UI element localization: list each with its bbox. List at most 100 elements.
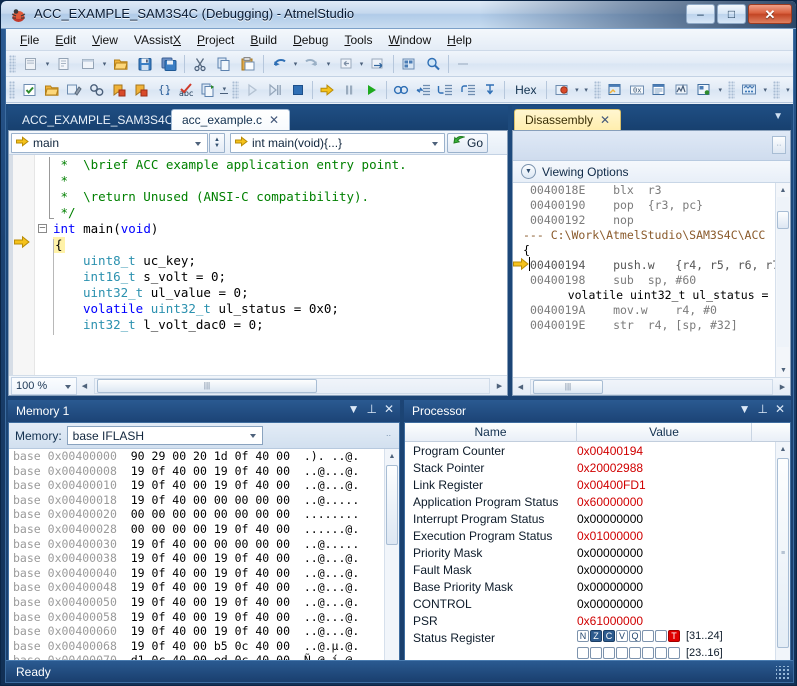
disassembly-icon[interactable]: [605, 79, 625, 101]
new-window-icon[interactable]: [77, 53, 99, 75]
add-new-item-icon[interactable]: [53, 53, 75, 75]
scroll-right-button[interactable]: ▶: [775, 379, 790, 395]
close-icon[interactable]: ✕: [269, 113, 279, 127]
spell-check-icon[interactable]: abc: [176, 79, 196, 101]
copy-lines-icon[interactable]: [198, 79, 218, 101]
status-bit-empty[interactable]: [642, 647, 654, 659]
redo-dropdown-icon[interactable]: ▾: [324, 53, 333, 75]
show-next-statement-icon[interactable]: [480, 79, 500, 101]
step-over-icon[interactable]: [435, 79, 455, 101]
code-editor-area[interactable]: * \brief ACC example application entry p…: [9, 155, 507, 376]
copy-icon[interactable]: [213, 53, 235, 75]
scope-spinner[interactable]: ▲▼: [209, 133, 225, 153]
table-row[interactable]: Fault Mask 0x00000000: [405, 561, 775, 578]
status-bit-empty[interactable]: [668, 647, 680, 659]
processor-view-icon[interactable]: [551, 79, 571, 101]
chevron-down-icon[interactable]: ▼: [739, 402, 751, 416]
disassembly-code-area[interactable]: 0040018E blx r3 00400190 pop {r3, pc} 00…: [513, 183, 775, 377]
undo-dropdown-icon[interactable]: ▾: [291, 53, 300, 75]
scroll-thumb[interactable]: |||: [533, 380, 603, 394]
restart-debugging-icon[interactable]: [265, 79, 285, 101]
toolbar-overflow-button[interactable]: ▾: [219, 79, 229, 101]
bookmark-prev-icon[interactable]: [109, 79, 129, 101]
new-project-icon[interactable]: [20, 53, 42, 75]
toolbar-grip[interactable]: [594, 81, 600, 99]
viewing-options-expander[interactable]: ▼ Viewing Options: [513, 161, 790, 183]
processor-view-dropdown-icon[interactable]: ▾: [573, 79, 581, 101]
menu-vassistx[interactable]: VAssistX: [126, 30, 189, 50]
status-bit-empty[interactable]: [577, 647, 589, 659]
status-register-bitrow-31-24[interactable]: N Z C V Q T [31..24]: [577, 630, 723, 642]
tab-disassembly[interactable]: Disassembly ✕: [514, 109, 621, 130]
trace-window-icon[interactable]: [672, 79, 692, 101]
scroll-thumb[interactable]: [777, 211, 789, 229]
menu-view[interactable]: View: [84, 30, 126, 50]
menu-build[interactable]: Build: [242, 30, 285, 50]
status-bit-T[interactable]: T: [668, 630, 680, 642]
continue-icon[interactable]: [361, 79, 381, 101]
memory-source-dropdown[interactable]: base IFLASH: [67, 426, 263, 445]
undo-icon[interactable]: [268, 53, 290, 75]
step-into-icon[interactable]: [413, 79, 433, 101]
table-row[interactable]: Stack Pointer 0x20002988: [405, 459, 775, 476]
status-bit-Z[interactable]: Z: [590, 630, 602, 642]
menu-window[interactable]: Window: [380, 30, 439, 50]
scroll-left-button[interactable]: ◀: [77, 378, 92, 394]
hex-mode-button[interactable]: Hex: [508, 83, 543, 97]
scroll-right-button[interactable]: ▶: [492, 378, 507, 394]
memory-vertical-scrollbar[interactable]: ▲ ▼: [384, 449, 399, 678]
table-row[interactable]: CONTROL 0x00000000: [405, 595, 775, 612]
scroll-track[interactable]: |||: [94, 378, 490, 394]
column-header-value[interactable]: Value: [577, 423, 752, 442]
table-row[interactable]: Application Program Status 0x60000000: [405, 493, 775, 510]
braces-icon[interactable]: {}: [153, 79, 173, 101]
status-register-bitrow-23-16[interactable]: [23..16]: [577, 647, 723, 659]
menu-project[interactable]: Project: [189, 30, 242, 50]
toolbar-overflow-button[interactable]: ··: [772, 136, 786, 154]
menu-help[interactable]: Help: [439, 30, 480, 50]
toolbar-overflow-button[interactable]: ▾: [760, 79, 770, 101]
scroll-left-button[interactable]: ◀: [513, 379, 528, 395]
rebuild-icon[interactable]: [64, 79, 84, 101]
go-button[interactable]: Go: [447, 133, 488, 153]
navigate-back-dropdown-icon[interactable]: ▾: [357, 53, 366, 75]
status-bit-C[interactable]: C: [603, 630, 615, 642]
toolbar-overflow-button[interactable]: ▾: [715, 79, 725, 101]
status-bit-empty[interactable]: [655, 647, 667, 659]
toolbar-grip[interactable]: [773, 81, 779, 99]
status-bit-empty[interactable]: [590, 647, 602, 659]
close-icon[interactable]: ✕: [775, 402, 785, 416]
menu-tools[interactable]: Tools: [336, 30, 380, 50]
column-header-name[interactable]: Name: [405, 423, 577, 442]
status-bit-empty[interactable]: [629, 647, 641, 659]
disassembly-horizontal-scrollbar[interactable]: ◀ ||| ▶: [513, 377, 790, 395]
new-project-dropdown-icon[interactable]: ▾: [43, 53, 52, 75]
scroll-up-button[interactable]: ▲: [385, 449, 399, 463]
member-dropdown[interactable]: int main(void){...}: [230, 133, 445, 153]
watch-window-icon[interactable]: 0x: [627, 79, 647, 101]
minimize-button[interactable]: –: [686, 4, 715, 24]
menu-debug[interactable]: Debug: [285, 30, 336, 50]
menu-file[interactable]: File: [12, 30, 47, 50]
pin-icon[interactable]: ⊥: [366, 402, 376, 416]
toolbar-grip[interactable]: [232, 81, 238, 99]
status-bit-V[interactable]: V: [616, 630, 628, 642]
toolbar-overflow-button[interactable]: ▾: [581, 79, 591, 101]
redo-icon[interactable]: [301, 53, 323, 75]
chevron-down-circle-icon[interactable]: ▼: [521, 164, 536, 179]
toolbar-overflow-button[interactable]: ··: [382, 426, 395, 444]
close-icon[interactable]: ✕: [600, 113, 610, 127]
save-all-icon[interactable]: [158, 53, 180, 75]
toolbar-overflow-button[interactable]: ▾: [783, 79, 793, 101]
memory-grid[interactable]: base 0x00400000 90 29 00 20 1d 0f 40 00 …: [9, 449, 385, 678]
scroll-down-button[interactable]: ▼: [776, 363, 791, 377]
pin-icon[interactable]: ⊥: [757, 402, 767, 416]
chevron-down-icon[interactable]: ▼: [773, 111, 783, 122]
bookmark-next-icon[interactable]: [131, 79, 151, 101]
device-programming-icon[interactable]: [739, 79, 759, 101]
chevron-down-icon[interactable]: ▼: [348, 402, 360, 416]
paste-icon[interactable]: [237, 53, 259, 75]
scroll-thumb[interactable]: |||: [97, 379, 317, 393]
close-button[interactable]: ✕: [748, 4, 792, 24]
close-icon[interactable]: ✕: [384, 402, 394, 416]
